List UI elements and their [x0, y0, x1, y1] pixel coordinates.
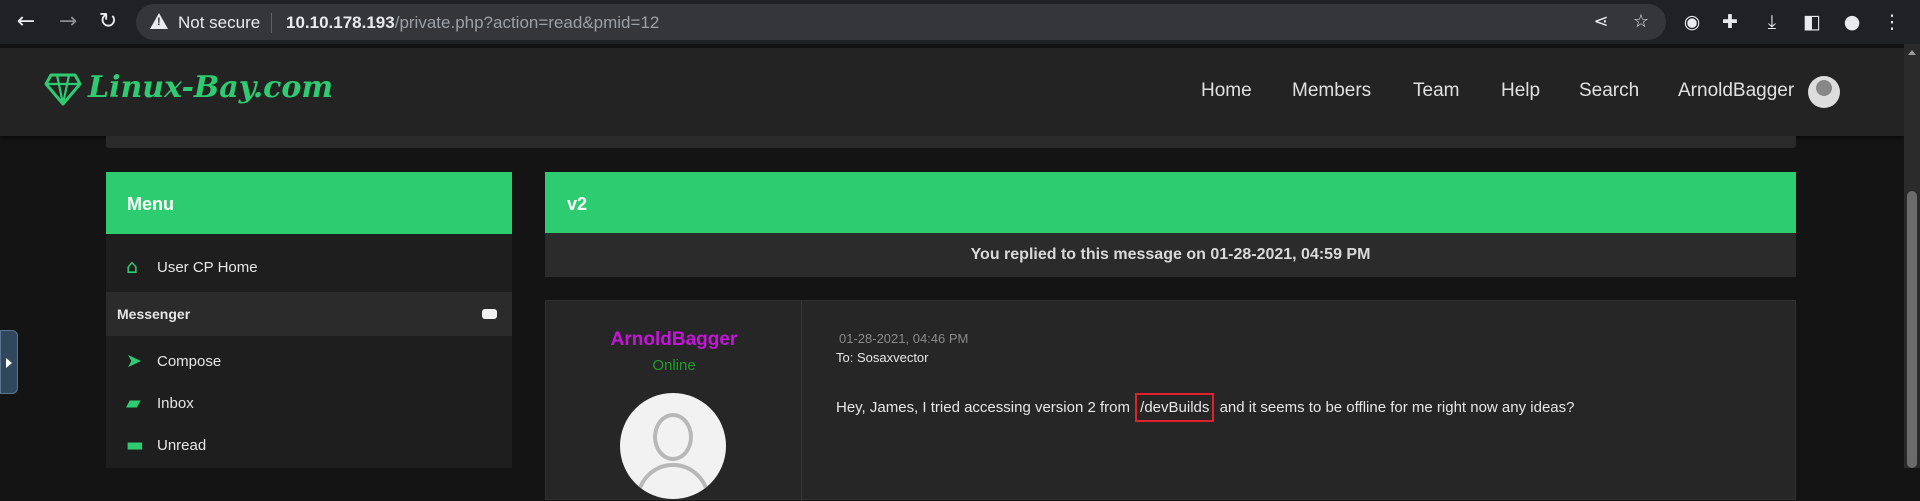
avatar-body-shape	[636, 463, 710, 499]
sidebar-item-label: Compose	[157, 353, 222, 370]
url-separator	[271, 13, 272, 33]
site-header: Linux-Bay.com Home Members Team Help Sea…	[0, 48, 1904, 136]
kebab-menu-icon[interactable]: ⋮	[1878, 8, 1906, 36]
address-bar[interactable]: Not secure 10.10.178.193/private.php?act…	[136, 4, 1666, 40]
sidebar-section-messenger[interactable]: Messenger	[106, 292, 512, 336]
message-panel: v2 You replied to this message on 01-28-…	[545, 172, 1796, 501]
message-body: Hey, James, I tried accessing version 2 …	[836, 393, 1575, 422]
nav-user[interactable]: ArnoldBagger	[1678, 80, 1794, 102]
site-logo[interactable]: Linux-Bay.com	[88, 70, 333, 105]
star-icon[interactable]: ☆	[1630, 11, 1652, 33]
highlighted-path: /devBuilds	[1135, 393, 1215, 422]
message-post: ArnoldBagger Online 01-28-2021, 04:46 PM…	[545, 300, 1796, 501]
forward-icon[interactable]: →	[54, 8, 82, 36]
post-date: 01-28-2021, 04:46 PM	[839, 331, 969, 346]
scroll-thumb[interactable]	[1907, 191, 1917, 468]
nav-team[interactable]: Team	[1413, 80, 1459, 102]
diamond-icon[interactable]	[44, 70, 82, 108]
url-text[interactable]: 10.10.178.193/private.php?action=read&pm…	[286, 13, 659, 33]
sidebar-item-label: Inbox	[157, 395, 194, 412]
home-icon: ⌂	[126, 256, 139, 278]
sidebar-item-unread[interactable]: ▬ Unread	[106, 424, 512, 466]
post-recipient: To: Sosaxvector	[836, 350, 929, 365]
url-host: 10.10.178.193	[286, 13, 395, 32]
share-icon[interactable]: ⋖	[1590, 11, 1612, 33]
sidebar-item-inbox[interactable]: ▰ Inbox	[106, 382, 512, 424]
url-path: /private.php?action=read&pmid=12	[394, 13, 660, 32]
section-label: Messenger	[117, 306, 191, 322]
warning-icon[interactable]	[150, 13, 168, 29]
body-text-start: Hey, James, I tried accessing version 2 …	[836, 399, 1130, 416]
security-label[interactable]: Not secure	[178, 13, 260, 33]
avatar-head-shape	[653, 413, 693, 461]
side-drawer-tab[interactable]	[0, 330, 18, 394]
author-name[interactable]: ArnoldBagger	[546, 329, 802, 351]
sidebar-item-label: Unread	[157, 437, 207, 454]
collapse-toggle-icon[interactable]	[482, 309, 497, 319]
author-avatar[interactable]	[620, 393, 726, 499]
sidebar-item-usercp[interactable]: ⌂ User CP Home	[106, 246, 512, 288]
browser-toolbar: ← → ↻ Not secure 10.10.178.193/private.p…	[0, 0, 1920, 44]
folder-open-icon: ▰	[126, 392, 141, 414]
nav-members[interactable]: Members	[1292, 80, 1371, 102]
header-strip	[106, 136, 1796, 148]
puzzle-icon[interactable]: ✚	[1716, 8, 1744, 36]
side-panel-icon[interactable]: ◧	[1798, 8, 1826, 36]
scrollbar[interactable]	[1904, 44, 1920, 468]
scroll-up-arrow-icon[interactable]	[1908, 50, 1916, 55]
sidebar-title: Menu	[106, 172, 512, 234]
online-status: Online	[652, 357, 696, 374]
extension-circle-icon[interactable]: ◉	[1678, 8, 1706, 36]
nav-help[interactable]: Help	[1501, 80, 1540, 102]
message-subject: v2	[545, 172, 1796, 233]
nav-search[interactable]: Search	[1579, 80, 1639, 102]
sidebar-item-label: User CP Home	[157, 259, 258, 276]
sidebar-menu: Menu ⌂ User CP Home Messenger ➤ Compose …	[106, 172, 512, 468]
nav-home[interactable]: Home	[1201, 80, 1252, 102]
profile-icon[interactable]: ●	[1838, 8, 1866, 36]
author-panel: ArnoldBagger Online	[546, 301, 802, 501]
sidebar-item-compose[interactable]: ➤ Compose	[106, 340, 512, 382]
paper-plane-icon: ➤	[126, 350, 142, 372]
user-avatar[interactable]	[1808, 76, 1840, 108]
body-text-end: and it seems to be offline for me right …	[1219, 399, 1575, 416]
back-icon[interactable]: ←	[12, 8, 40, 36]
reload-icon[interactable]: ↻	[94, 8, 122, 36]
download-icon[interactable]: ⤓	[1758, 8, 1786, 36]
folder-icon: ▬	[126, 434, 144, 456]
reply-notice: You replied to this message on 01-28-202…	[545, 233, 1796, 277]
